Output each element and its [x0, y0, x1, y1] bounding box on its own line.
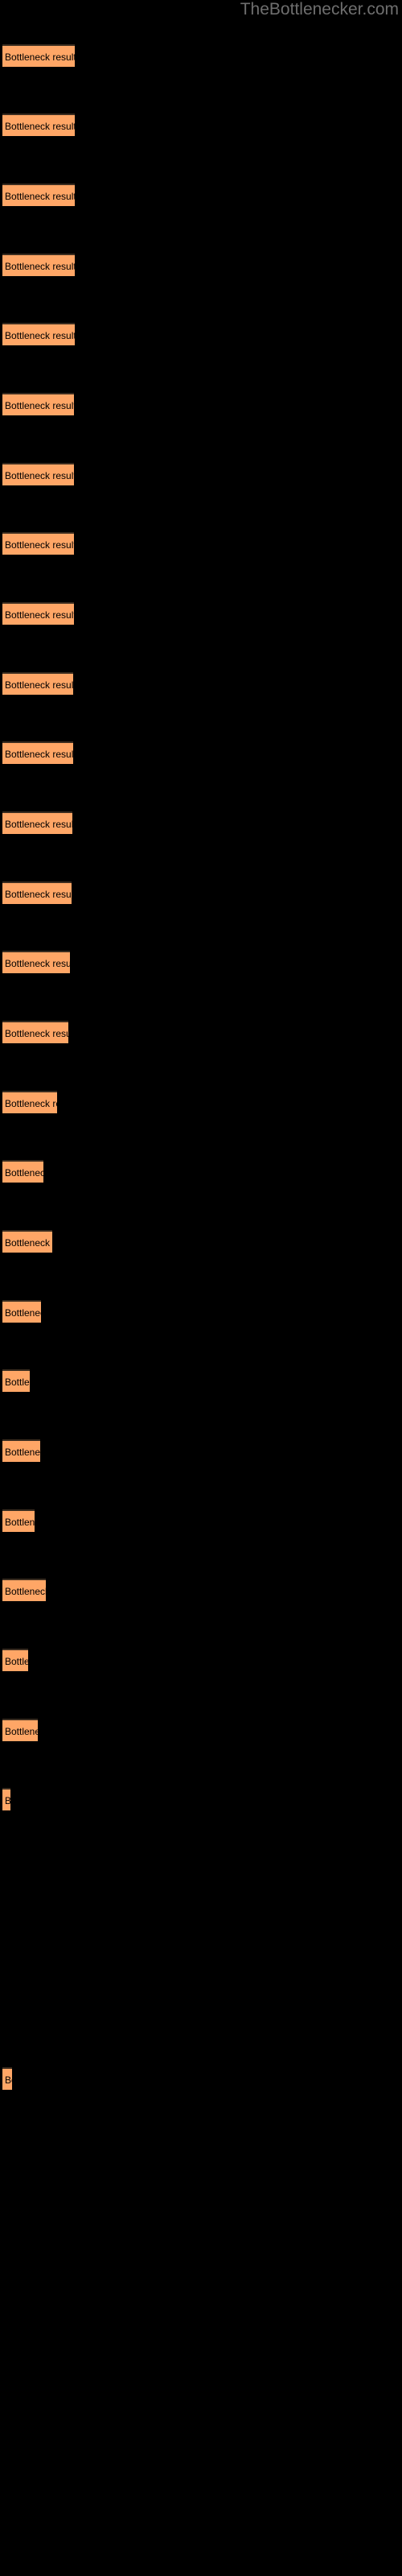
bar-label: Bottleneck result	[5, 1028, 68, 1039]
bar-label: Bottleneck result	[5, 1307, 41, 1319]
bar: Bottleneck result	[2, 532, 74, 555]
bar: Bottleneck result	[2, 323, 75, 345]
bar: Bottleneck result	[2, 1649, 28, 1671]
bar: Bottleneck result	[2, 602, 74, 625]
bar: Bottleneck result	[2, 2067, 12, 2090]
bar-label: Bottleneck result	[5, 539, 74, 551]
bar-label: Bottleneck result	[5, 191, 75, 202]
bar: Bottleneck result	[2, 184, 75, 206]
bar: Bottleneck result	[2, 672, 73, 695]
bar: Bottleneck result	[2, 463, 74, 485]
bar-chart: TheBottlenecker.com Bottleneck result Bot…	[0, 0, 402, 2576]
bar-label: Bottleneck result	[5, 52, 75, 63]
bar-label: Bottleneck result	[5, 1377, 30, 1388]
bar-label: Bottleneck result	[5, 1237, 52, 1249]
bar-label: Bottleneck result	[5, 400, 74, 411]
bar: Bottleneck result	[2, 1300, 41, 1323]
bar-label: Bottleneck result	[5, 609, 74, 621]
bar-label: Bottleneck result	[5, 2074, 12, 2086]
bar-label: Bottleneck result	[5, 121, 75, 132]
bar: Bottleneck result	[2, 254, 75, 276]
bar: Bottleneck result	[2, 951, 70, 973]
bar: Bottleneck result	[2, 1439, 40, 1462]
bar: Bottleneck result	[2, 393, 74, 415]
bar-label: Bottleneck result	[5, 749, 73, 760]
bar-label: Bottleneck result	[5, 1167, 43, 1179]
bar: Bottleneck result	[2, 1369, 30, 1392]
bar: Bottleneck result	[2, 741, 73, 764]
bar-label: Bottleneck result	[5, 1586, 46, 1597]
bar-label: Bottleneck result	[5, 889, 72, 900]
bar-label: Bottleneck result	[5, 1447, 40, 1458]
bar-label: Bottleneck result	[5, 1517, 35, 1528]
bar-label: Bottleneck result	[5, 1098, 57, 1109]
bar: Bottleneck result	[2, 1509, 35, 1532]
site-watermark: TheBottlenecker.com	[240, 0, 399, 19]
bar-label: Bottleneck result	[5, 470, 74, 481]
bar: Bottleneck result	[2, 1091, 57, 1113]
bar: Bottleneck result	[2, 1788, 10, 1810]
bar-label: Bottleneck result	[5, 1726, 38, 1737]
bar: Bottleneck result	[2, 44, 75, 67]
bar-label: Bottleneck result	[5, 261, 75, 272]
bar: Bottleneck result	[2, 1021, 68, 1043]
bar: Bottleneck result	[2, 1579, 46, 1601]
bar: Bottleneck result	[2, 1160, 43, 1183]
bar: Bottleneck result	[2, 881, 72, 904]
bar-label: Bottleneck result	[5, 679, 73, 691]
bar: Bottleneck result	[2, 114, 75, 136]
bar: Bottleneck result	[2, 1230, 52, 1253]
bar-label: Bottleneck result	[5, 1656, 28, 1667]
bar-label: Bottleneck result	[5, 330, 75, 341]
bar-label: Bottleneck result	[5, 1794, 10, 1808]
bar-label: Bottleneck result	[5, 958, 70, 969]
bar-label: Bottleneck result	[5, 819, 72, 830]
bar: Bottleneck result	[2, 811, 72, 834]
bar: Bottleneck result	[2, 1719, 38, 1741]
